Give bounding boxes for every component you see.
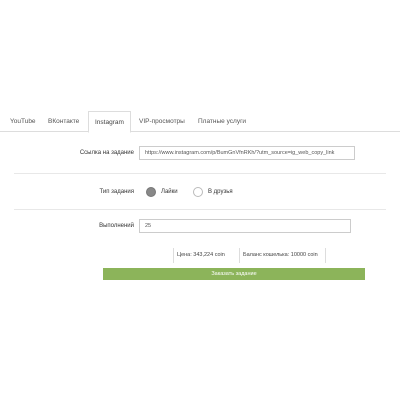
divider	[14, 173, 386, 174]
tab-instagram[interactable]: Instagram	[88, 111, 131, 133]
radio-unchecked-icon	[193, 187, 203, 197]
completions-label: Выполнений	[99, 223, 134, 229]
tab-vkontakte[interactable]: ВКонтакте	[44, 111, 83, 132]
tab-vip-views[interactable]: VIP-просмотры	[135, 111, 189, 132]
radio-friends[interactable]: В друзья	[193, 187, 233, 197]
balance-text: Баланс кошелька: 10000 coin	[243, 252, 318, 258]
radio-likes-label: Лайки	[161, 189, 178, 195]
price-text: Цена: 343,224 coin	[177, 252, 225, 258]
radio-likes[interactable]: Лайки	[146, 187, 178, 197]
link-label: Ссылка на задание	[79, 150, 134, 156]
divider	[14, 209, 386, 210]
link-input[interactable]: https://www.instagram.com/p/BumGnVfnRKh/…	[139, 146, 355, 160]
radio-friends-label: В друзья	[208, 189, 233, 195]
stats-separator	[173, 248, 174, 263]
order-task-button[interactable]: Заказать задание	[103, 268, 365, 280]
tab-youtube[interactable]: YouTube	[6, 111, 40, 132]
tab-paid-services[interactable]: Платные услуги	[194, 111, 250, 132]
stats-separator	[325, 248, 326, 263]
task-type-label: Тип задания	[99, 189, 134, 195]
radio-checked-icon	[146, 187, 156, 197]
stats-separator	[239, 248, 240, 263]
completions-input[interactable]: 25	[139, 219, 351, 233]
tab-bar: YouTube ВКонтакте Instagram VIP-просмотр…	[0, 111, 400, 133]
